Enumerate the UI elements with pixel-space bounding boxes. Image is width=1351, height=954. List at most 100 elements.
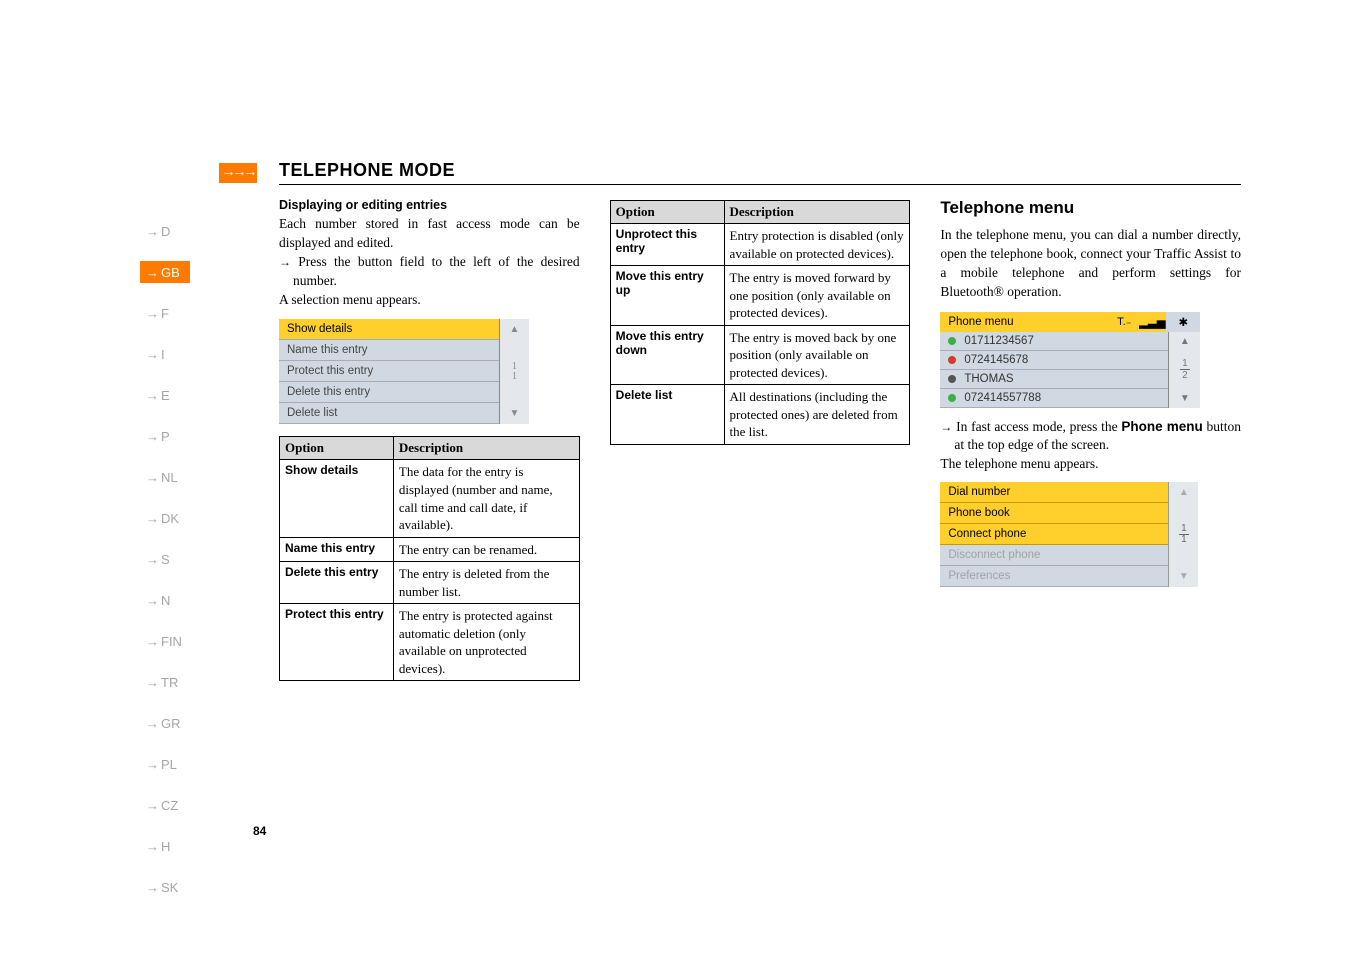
menu-item[interactable]: Delete list [279, 403, 499, 424]
arrow-icon: → [146, 757, 159, 772]
arrow-icon: → [940, 420, 952, 434]
bluetooth-icon[interactable]: ✱ [1166, 312, 1200, 332]
arrow-icon: → [146, 593, 159, 608]
list-item-label: 072414557788 [964, 392, 1041, 404]
instruction: → In fast access mode, press the Phone m… [940, 418, 1241, 456]
description-cell: All destinations (including the protecte… [724, 385, 910, 445]
scrollbar: ▲ 1 1 ▼ [1168, 482, 1198, 587]
arrow-icon: → [146, 306, 159, 321]
menu-item: Preferences [940, 566, 1168, 587]
sidebar-lang-i[interactable]: → I [140, 343, 190, 365]
arrow-icon: → [146, 470, 159, 485]
sidebar-lang-d[interactable]: → D [140, 220, 190, 242]
sidebar-lang-dk[interactable]: → DK [140, 507, 190, 529]
arrow-icon: → [146, 839, 159, 854]
scroll-indicator: 1 2 [1169, 351, 1200, 389]
table-header-description: Description [393, 437, 579, 460]
arrow-icon: → [146, 429, 159, 444]
menu-item[interactable]: Connect phone [940, 524, 1168, 545]
option-cell: Unprotect this entry [610, 224, 724, 266]
phone-menu-title: Phone menu [940, 312, 1110, 332]
scrollbar: ▲ 1 2 ▼ [1168, 332, 1200, 408]
menu-item[interactable]: Name this entry [279, 340, 499, 361]
arrow-icon: → [146, 511, 159, 526]
menu-item[interactable]: Delete this entry [279, 382, 499, 403]
sidebar-lang-p[interactable]: → P [140, 425, 190, 447]
call-status-icon [946, 335, 958, 347]
sidebar-lang-f[interactable]: → F [140, 302, 190, 324]
sidebar-lang-pl[interactable]: → PL [140, 753, 190, 775]
column-2: Option Description Unprotect this entryE… [610, 198, 911, 681]
sidebar-lang-fin[interactable]: → FIN [140, 630, 190, 652]
telephone-menu-screenshot: Dial numberPhone bookConnect phoneDiscon… [940, 482, 1198, 587]
page-number: 84 [253, 824, 266, 838]
list-item-label: 01711234567 [964, 335, 1034, 347]
menu-item[interactable]: Phone book [940, 503, 1168, 524]
arrow-icon: → [146, 552, 159, 567]
scroll-up-icon[interactable]: ▲ [500, 319, 529, 340]
sidebar-lang-h[interactable]: → H [140, 835, 190, 857]
menu-item[interactable]: Dial number [940, 482, 1168, 503]
antenna-icon: T.₋ [1110, 315, 1138, 328]
table-row: Name this entryThe entry can be renamed. [280, 537, 580, 562]
sidebar-lang-s[interactable]: → S [140, 548, 190, 570]
scroll-down-icon[interactable]: ▼ [1169, 389, 1200, 408]
column-1: Displaying or editing entries Each numbe… [279, 198, 580, 681]
table-row: Show detailsThe data for the entry is di… [280, 460, 580, 537]
option-cell: Move this entry down [610, 325, 724, 385]
sidebar-lang-nl[interactable]: → NL [140, 466, 190, 488]
paragraph: Each number stored in fast access mode c… [279, 215, 580, 253]
content-columns: Displaying or editing entries Each numbe… [279, 198, 1241, 681]
option-cell: Delete list [610, 385, 724, 445]
phone-menu-screenshot: Phone menu T.₋ ▂▃▅ ✱ 0171123456707241456… [940, 312, 1200, 408]
scrollbar: ▲ 1 1 ▼ [499, 319, 529, 424]
sidebar-lang-sk[interactable]: → SK [140, 876, 190, 898]
subheading: Displaying or editing entries [279, 198, 580, 212]
table-header-option: Option [280, 437, 394, 460]
menu-item[interactable]: Protect this entry [279, 361, 499, 382]
sidebar-lang-n[interactable]: → N [140, 589, 190, 611]
list-item-label: 0724145678 [964, 354, 1028, 366]
scroll-indicator: 1 1 [1169, 503, 1198, 566]
description-cell: The entry can be renamed. [393, 537, 579, 562]
table-row: Move this entry upThe entry is moved for… [610, 266, 910, 326]
header-arrows-badge: →→→ [219, 163, 257, 183]
scroll-up-icon[interactable]: ▲ [1169, 482, 1198, 503]
description-cell: The entry is moved back by one position … [724, 325, 910, 385]
header-rule [279, 184, 1241, 185]
list-item[interactable]: 0724145678 [940, 351, 1168, 370]
sidebar-lang-gr[interactable]: → GR [140, 712, 190, 734]
option-cell: Move this entry up [610, 266, 724, 326]
arrow-icon: → [146, 675, 159, 690]
option-cell: Name this entry [280, 537, 394, 562]
table-row: Move this entry downThe entry is moved b… [610, 325, 910, 385]
paragraph: A selection menu appears. [279, 291, 580, 310]
sidebar-lang-tr[interactable]: → TR [140, 671, 190, 693]
menu-item[interactable]: Show details [279, 319, 499, 340]
table-row: Protect this entryThe entry is protected… [280, 604, 580, 681]
options-table-2: Option Description Unprotect this entryE… [610, 200, 911, 445]
scroll-up-icon[interactable]: ▲ [1169, 332, 1200, 351]
menu-item: Disconnect phone [940, 545, 1168, 566]
list-item[interactable]: THOMAS [940, 370, 1168, 389]
arrow-icon: → [146, 388, 159, 403]
option-cell: Protect this entry [280, 604, 394, 681]
instruction-text-a: In fast access mode, press the [956, 419, 1121, 434]
list-item[interactable]: 01711234567 [940, 332, 1168, 351]
instruction: → Press the button field to the left of … [279, 253, 580, 291]
table-row: Delete this entryThe entry is deleted fr… [280, 562, 580, 604]
sidebar-lang-cz[interactable]: → CZ [140, 794, 190, 816]
sidebar-lang-e[interactable]: → E [140, 384, 190, 406]
arrow-icon: → [146, 716, 159, 731]
section-title: Telephone menu [940, 198, 1241, 218]
sidebar-lang-gb[interactable]: → GB [140, 261, 190, 283]
arrow-icon: → [146, 634, 159, 649]
list-item[interactable]: 072414557788 [940, 389, 1168, 408]
instruction-bold: Phone menu [1121, 419, 1202, 434]
scroll-down-icon[interactable]: ▼ [500, 403, 529, 424]
scroll-down-icon[interactable]: ▼ [1169, 566, 1198, 587]
options-table-1: Option Description Show detailsThe data … [279, 436, 580, 681]
paragraph: In the telephone menu, you can dial a nu… [940, 226, 1241, 302]
language-sidebar: → D → GB → F → I → E → P → NL → DK → S → N → FIN → … [140, 220, 190, 898]
description-cell: The entry is moved forward by one positi… [724, 266, 910, 326]
